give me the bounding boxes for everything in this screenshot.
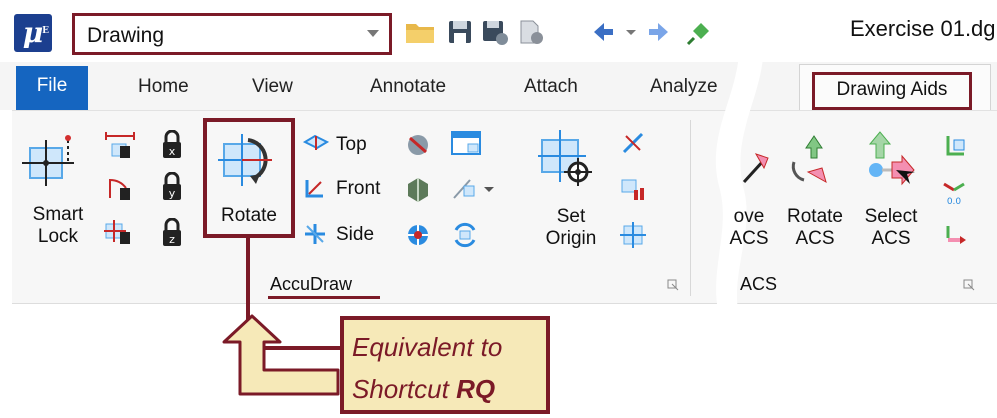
callout-text: Equivalent to Shortcut RQ [352,326,502,410]
acs-group-label: ACS [740,274,778,294]
lock-y-icon[interactable]: y [160,172,184,202]
logo-subscript: E [42,26,49,36]
rotate-view-icon[interactable] [404,132,432,158]
select-acs-label-line2: ACS [871,228,911,249]
top-view-icon[interactable] [303,132,329,156]
tab-annotate[interactable]: Annotate [370,76,446,98]
tab-view[interactable]: View [252,76,293,98]
origin-option-icon[interactable] [620,130,646,156]
tab-home[interactable]: Home [138,76,189,98]
undo-icon[interactable] [590,18,616,46]
app-logo-icon[interactable]: μ E [14,14,52,52]
tab-drawing-aids[interactable]: Drawing Aids [812,72,972,110]
lock-x-distance-icon[interactable] [104,130,136,160]
set-origin-label-line2: Origin [545,228,597,249]
workflow-select-value: Drawing [87,24,165,47]
lock-x-icon[interactable]: x [160,130,184,160]
lock-angle-icon[interactable] [104,172,136,202]
acs-small-2-icon[interactable]: 0.0 [940,178,968,206]
acs-small-1-icon[interactable] [940,132,968,160]
lock-index-icon[interactable] [104,218,136,248]
smart-lock-label-line2: Lock [37,226,79,247]
smart-lock-icon[interactable] [22,132,84,192]
tab-file[interactable]: File [16,66,88,110]
save-settings-icon[interactable] [480,18,510,46]
side-view-label[interactable]: Side [336,224,374,246]
rotate-acs-label-line2: ACS [795,228,835,249]
set-origin-label-line1: Set [556,206,586,227]
properties-icon[interactable] [516,18,546,46]
acs-small-3-icon[interactable] [940,222,968,250]
globe-icon[interactable] [404,222,432,248]
origin-bars-icon[interactable] [620,176,646,202]
logo-text: μ [22,16,44,49]
select-acs-icon[interactable] [862,130,922,194]
open-folder-icon[interactable] [404,18,438,46]
cycle-icon[interactable] [450,222,480,248]
tab-attach[interactable]: Attach [524,76,578,98]
move-acs-label-line1: ove [733,206,765,227]
callout-line2-prefix: Shortcut [352,374,457,404]
callout-line1: Equivalent to [352,332,503,362]
callout-shortcut: RQ [456,374,496,404]
svg-text:y: y [169,187,176,200]
lock-z-icon[interactable]: z [160,218,184,248]
front-view-label[interactable]: Front [336,178,380,200]
set-origin-icon[interactable] [538,128,600,190]
context-rotate-icon[interactable] [450,176,478,202]
chevron-down-icon[interactable] [482,184,496,196]
move-acs-label-line2: ACS [729,228,769,249]
svg-text:z: z [169,233,175,246]
svg-text:0.0: 0.0 [947,197,962,206]
save-icon[interactable] [446,18,474,46]
callout-arrow-icon [222,314,340,396]
rotate-label: Rotate [221,205,277,226]
view-element-icon[interactable] [404,176,432,202]
rotate-icon[interactable] [218,132,280,188]
svg-text:x: x [169,145,176,158]
rotate-acs-icon[interactable] [788,132,838,192]
select-acs-label-line1: Select [864,206,918,227]
rotate-acs-label-line1: Rotate [787,206,843,227]
workflow-select[interactable]: Drawing [72,13,392,55]
front-view-icon[interactable] [303,176,329,200]
document-title: Exercise 01.dg [850,16,996,41]
smart-lock-label-line1: Smart [32,204,84,225]
move-acs-icon[interactable] [738,148,772,188]
accudraw-group-label: AccuDraw [270,274,353,294]
accudraw-underline [268,296,380,299]
chevron-down-icon[interactable] [367,30,379,37]
origin-grid-icon[interactable] [620,222,646,248]
top-view-label[interactable]: Top [336,134,367,156]
acs-dialog-launcher-icon[interactable] [962,278,976,292]
shortcut-callout: Equivalent to Shortcut RQ [340,316,550,414]
side-view-icon[interactable] [303,222,329,246]
undo-dropdown-icon[interactable] [624,18,638,46]
window-area-icon[interactable] [450,130,482,158]
